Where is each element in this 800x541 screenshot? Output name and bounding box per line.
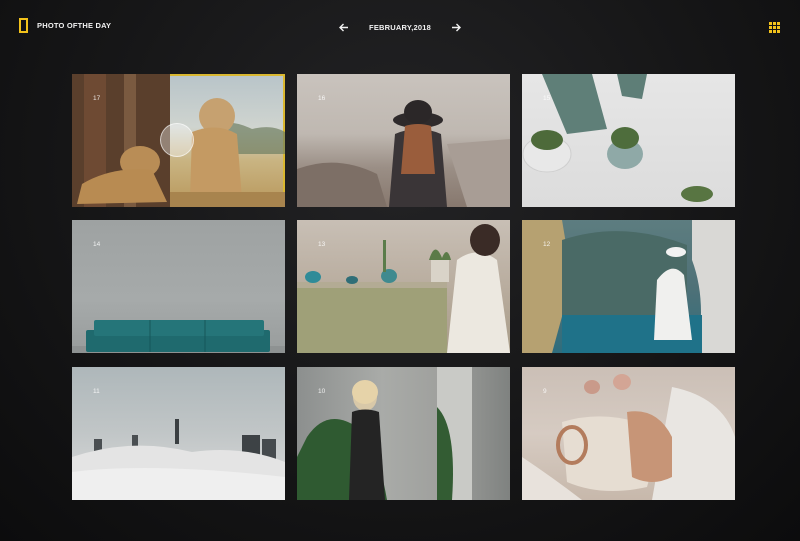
day-number: 15 bbox=[543, 95, 551, 102]
photo-card-10[interactable]: 10 bbox=[297, 367, 510, 500]
photo-card-14[interactable]: 14 bbox=[72, 220, 285, 353]
logo-icon bbox=[19, 18, 28, 33]
brand[interactable]: PHOTO OFTHE DAY bbox=[19, 18, 111, 33]
photo-card-17[interactable]: 17 bbox=[72, 74, 285, 207]
couch-photo bbox=[72, 320, 285, 353]
day-number: 13 bbox=[318, 241, 326, 248]
woman-photo bbox=[297, 367, 472, 500]
photo-card-16[interactable]: 16 bbox=[297, 74, 510, 207]
day-number: 16 bbox=[318, 95, 326, 102]
month-navigation: FEBRUARY,2018 bbox=[337, 19, 463, 35]
plants-photo bbox=[522, 74, 713, 202]
coast-photo bbox=[522, 220, 735, 353]
photo-gallery: 17 16 15 14 13 12 11 10 9 bbox=[72, 74, 736, 500]
day-number: 12 bbox=[543, 241, 551, 248]
day-number: 11 bbox=[93, 388, 100, 395]
city-photo bbox=[72, 419, 285, 500]
grid-icon[interactable] bbox=[769, 22, 780, 33]
brand-title: PHOTO OFTHE DAY bbox=[37, 21, 112, 30]
beach-photo bbox=[297, 100, 510, 207]
photo-card-11[interactable]: 11 bbox=[72, 367, 285, 500]
photo-card-13[interactable]: 13 bbox=[297, 220, 510, 353]
photo-card-12[interactable]: 12 bbox=[522, 220, 735, 353]
day-number: 17 bbox=[93, 95, 101, 102]
pots-photo bbox=[297, 224, 510, 353]
day-number: 14 bbox=[93, 241, 101, 248]
cup-photo bbox=[522, 374, 735, 500]
arrow-right-icon[interactable] bbox=[449, 20, 463, 34]
day-number: 9 bbox=[543, 388, 547, 395]
cursor-highlight bbox=[160, 123, 194, 157]
arrow-left-icon[interactable] bbox=[337, 20, 351, 34]
photo-card-15[interactable]: 15 bbox=[522, 74, 735, 207]
top-bar: PHOTO OFTHE DAY FEBRUARY,2018 bbox=[0, 0, 800, 54]
day-number: 10 bbox=[318, 388, 326, 395]
month-label: FEBRUARY,2018 bbox=[369, 22, 431, 32]
photo-card-9[interactable]: 9 bbox=[522, 367, 735, 500]
